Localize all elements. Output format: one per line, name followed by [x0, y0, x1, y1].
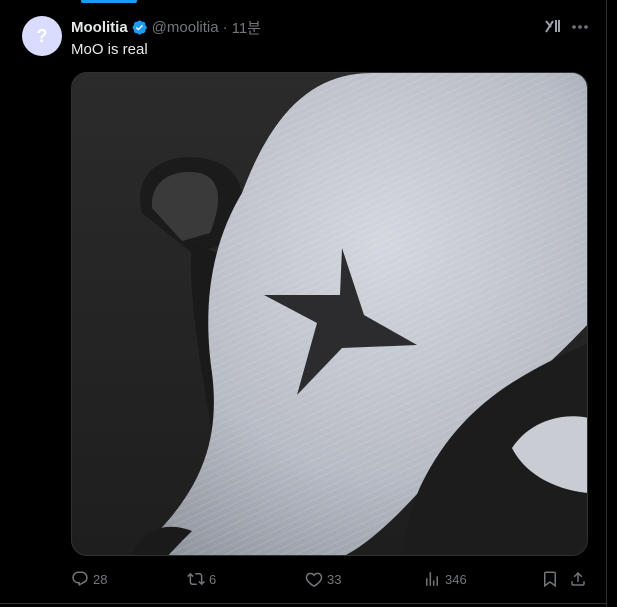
avatar[interactable]: ?	[22, 16, 62, 56]
views-button[interactable]: 346	[423, 568, 467, 590]
views-count: 346	[445, 571, 467, 587]
share-button[interactable]	[569, 568, 587, 590]
active-tab-indicator	[81, 0, 137, 3]
separator-dot: ·	[222, 18, 228, 36]
user-handle[interactable]: @moolitia	[152, 19, 219, 36]
tweet-text: MoO is real	[71, 41, 148, 58]
tweet-header: Moolitia @moolitia · 11분	[71, 16, 261, 38]
furry-creature-illustration	[72, 73, 587, 555]
verified-badge-icon[interactable]	[131, 19, 148, 36]
views-chart-icon	[426, 572, 438, 586]
grok-icon[interactable]	[544, 17, 562, 35]
more-dots-icon[interactable]	[570, 18, 590, 36]
bookmark-icon	[544, 571, 556, 588]
timestamp[interactable]: 11분	[232, 17, 261, 38]
column-divider	[606, 0, 607, 607]
tweet-media-image[interactable]	[71, 72, 588, 556]
repost-count: 6	[209, 571, 217, 587]
like-count: 33	[327, 571, 342, 587]
display-name[interactable]: Moolitia	[71, 19, 128, 36]
share-icon	[571, 571, 585, 586]
reply-icon	[72, 571, 88, 587]
repost-icon	[187, 572, 205, 586]
avatar-placeholder-glyph: ?	[36, 25, 48, 46]
heart-icon	[305, 572, 323, 588]
repost-button[interactable]: 6	[187, 568, 216, 590]
tweet-bottom-divider	[0, 603, 607, 604]
tweet-actions-bar: 28 6 33 346	[71, 568, 591, 590]
reply-button[interactable]: 28	[71, 568, 107, 590]
like-button[interactable]: 33	[305, 568, 341, 590]
tweet-container[interactable]: ? Moolitia @moolitia · 11분 MoO is real 2…	[0, 0, 617, 607]
reply-count: 28	[93, 571, 108, 587]
bookmark-button[interactable]	[541, 568, 559, 590]
